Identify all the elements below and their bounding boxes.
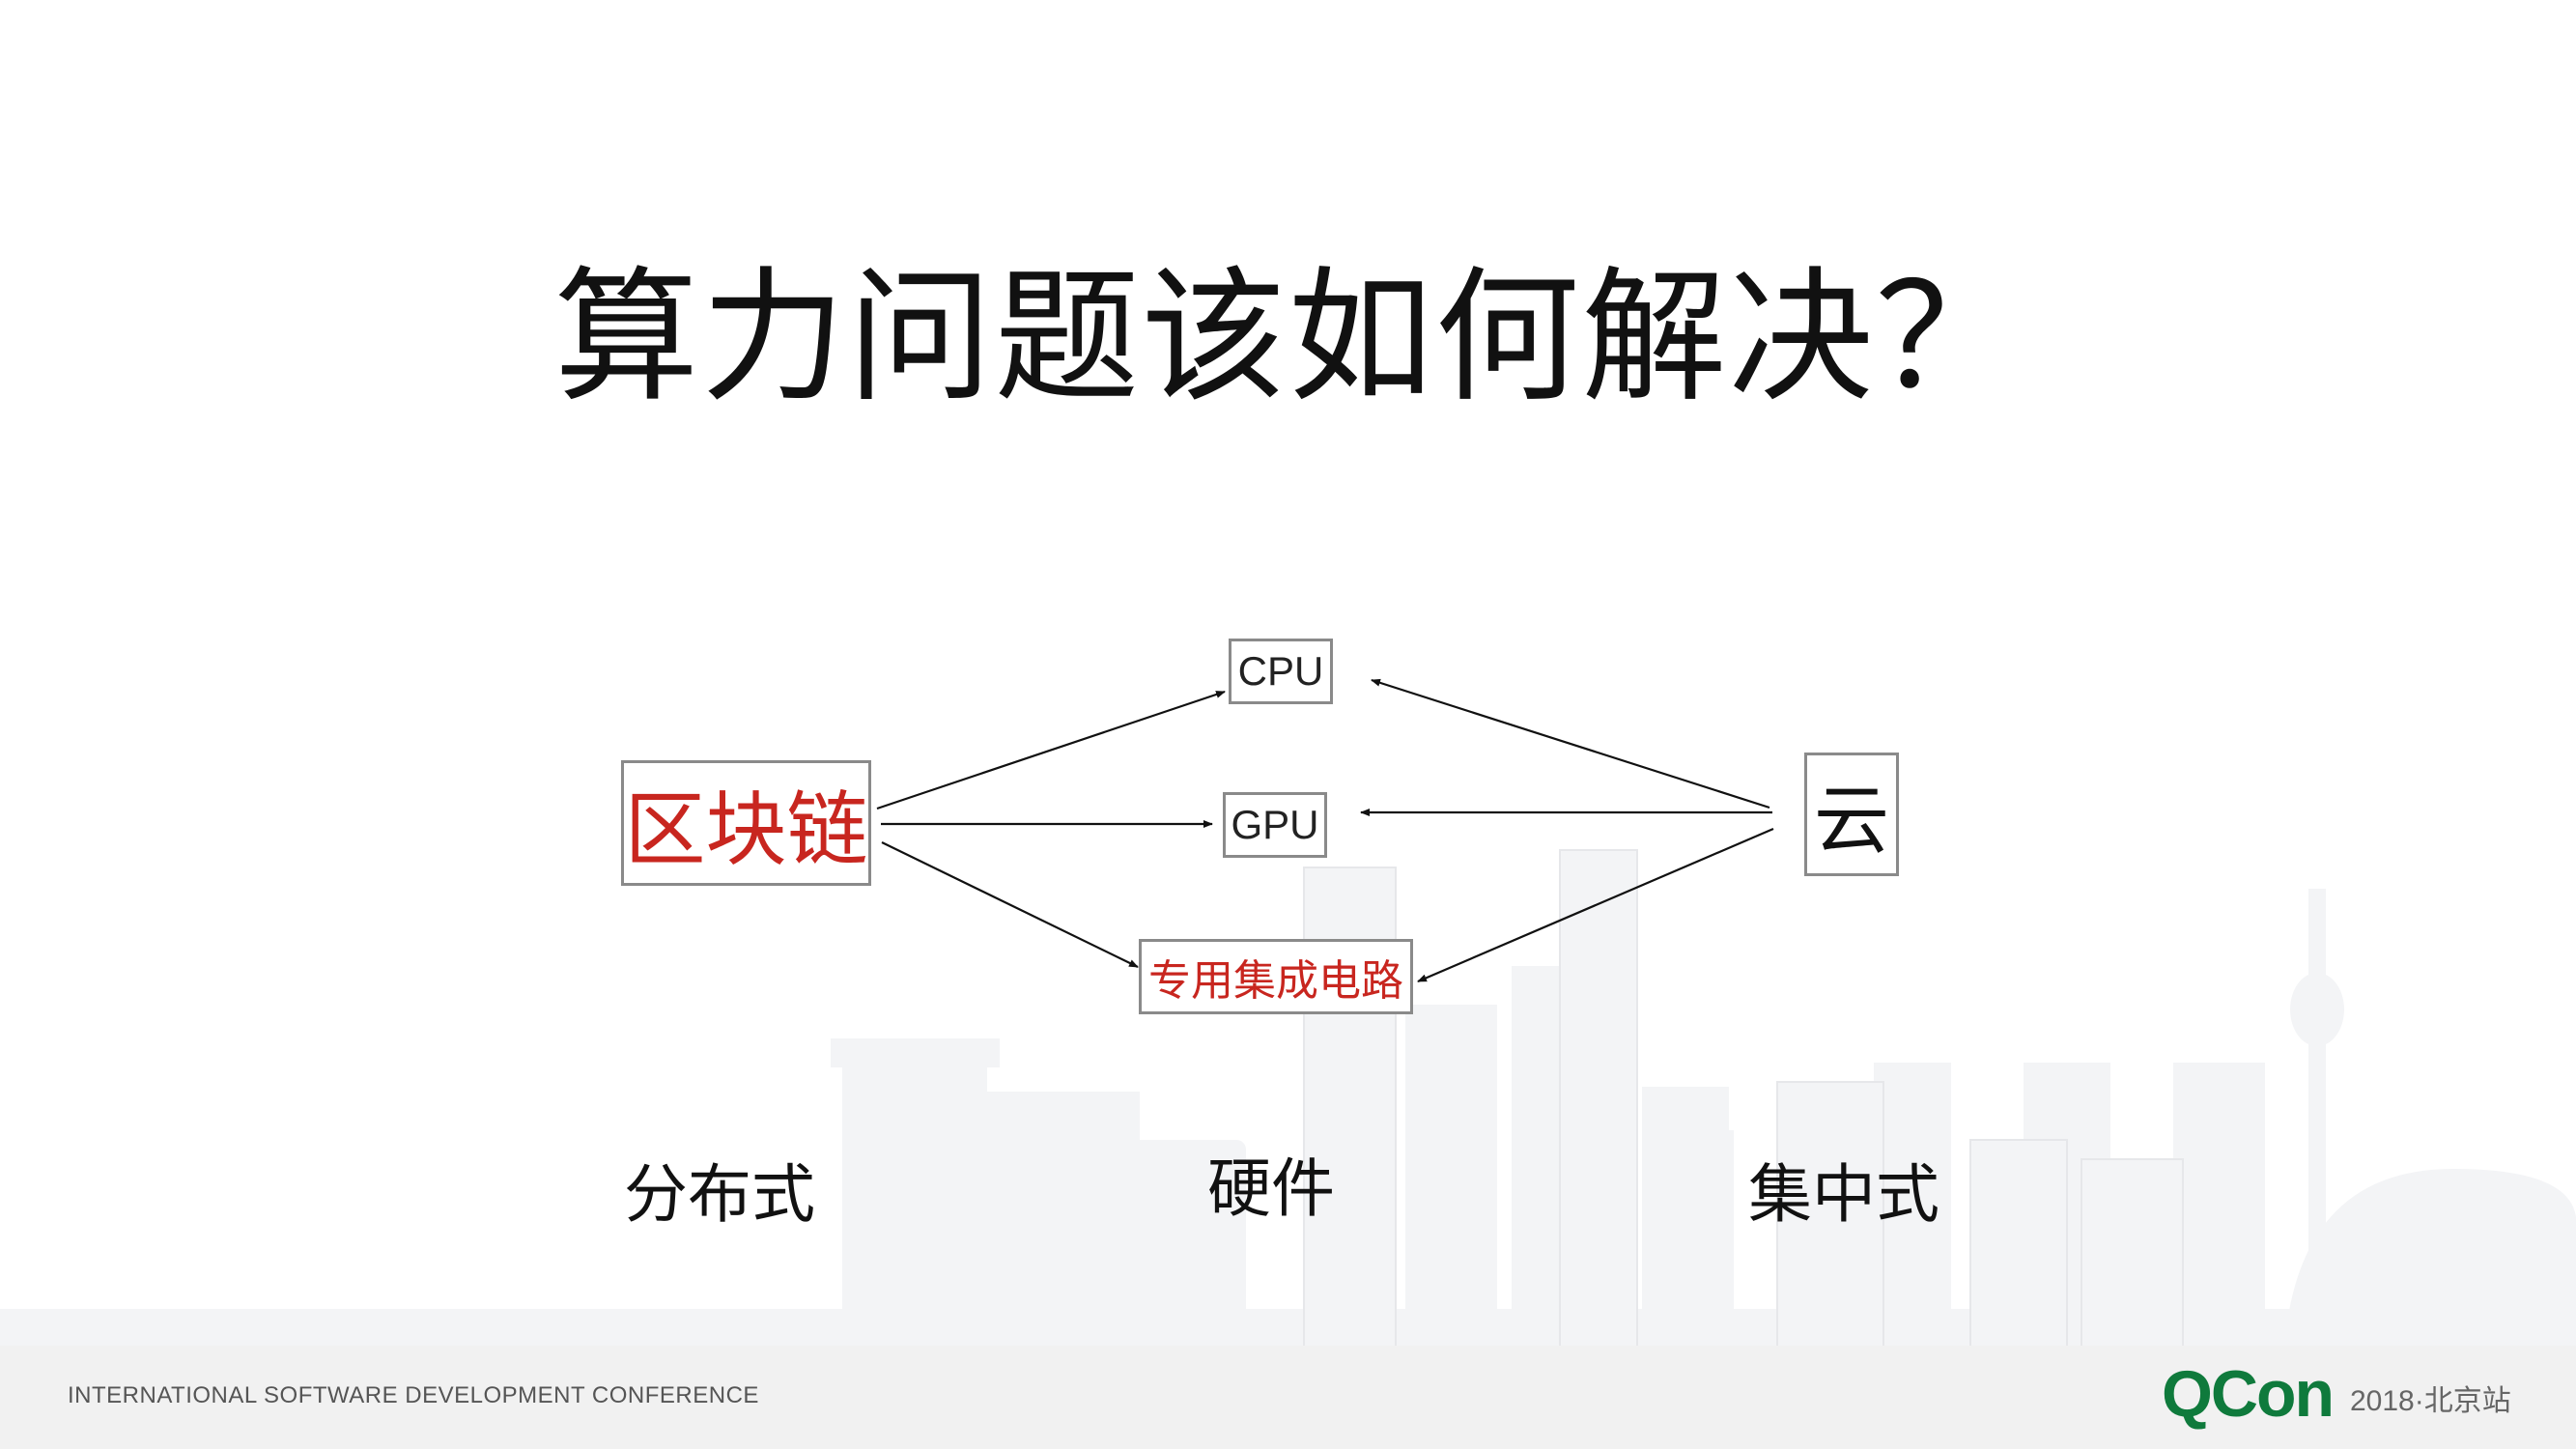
node-asic: 专用集成电路 [1139, 939, 1413, 1014]
arrow-cloud-asic [1417, 827, 1774, 983]
conference-edition: 2018·北京站 [2350, 1385, 2511, 1417]
arrow-cloud-cpu [1371, 678, 1770, 810]
arrow-blockchain-asic [881, 841, 1139, 968]
category-centralized: 集中式 [1748, 1157, 1939, 1232]
qcon-logo: QCon [2162, 1357, 2335, 1431]
arrow-blockchain-cpu [876, 690, 1226, 810]
node-blockchain: 区块链 [621, 760, 871, 886]
diagram-arrows [876, 678, 1774, 983]
footer-bar: INTERNATIONAL SOFTWARE DEVELOPMENT CONFE… [0, 1346, 2576, 1449]
node-cloud: 云 [1804, 753, 1899, 876]
category-hardware: 硬件 [1207, 1151, 1335, 1226]
category-distributed: 分布式 [624, 1157, 815, 1232]
conference-name: INTERNATIONAL SOFTWARE DEVELOPMENT CONFE… [68, 1382, 759, 1408]
node-gpu: GPU [1223, 792, 1327, 858]
node-cpu: CPU [1229, 639, 1333, 704]
